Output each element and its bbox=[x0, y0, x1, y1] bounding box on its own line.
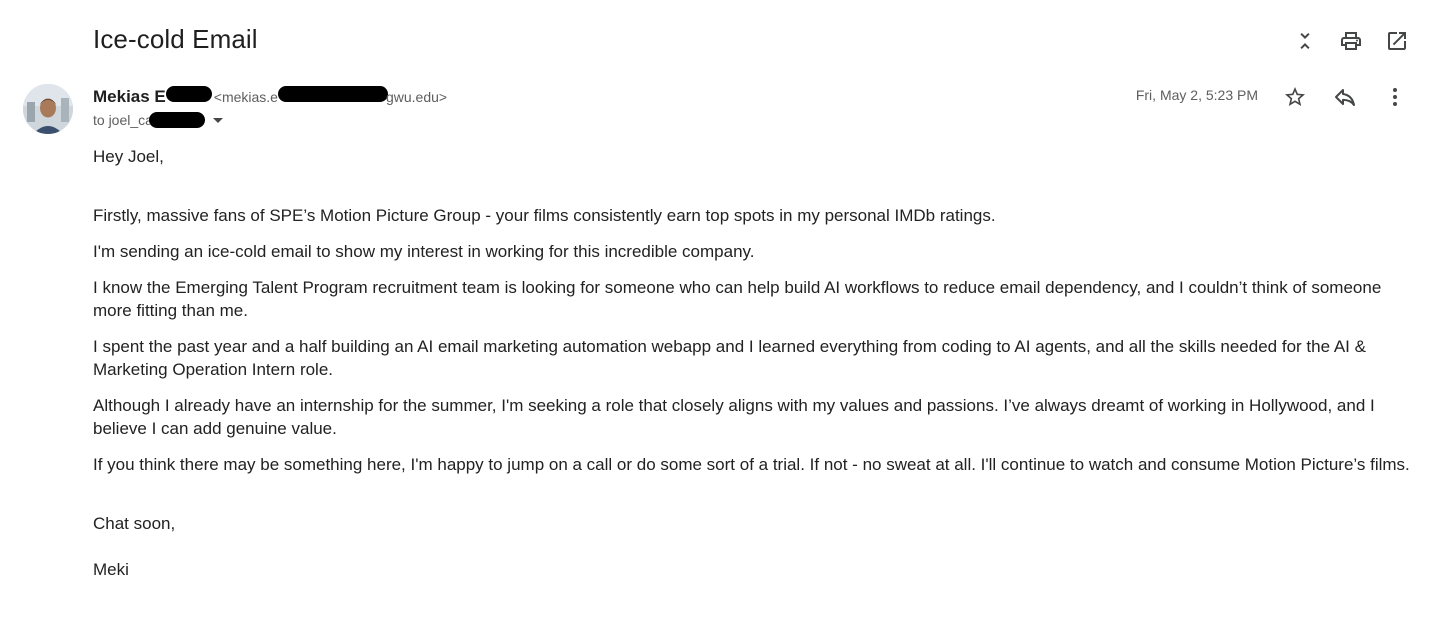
unfold-less-icon bbox=[1300, 33, 1310, 49]
reply-button[interactable] bbox=[1332, 84, 1358, 110]
signature: Meki bbox=[93, 560, 129, 579]
open-in-new-icon bbox=[1388, 32, 1406, 50]
email-date: Fri, May 2, 5:23 PM bbox=[1135, 87, 1258, 103]
sender-name[interactable]: Mekias E bbox=[93, 87, 166, 107]
more-options-button[interactable] bbox=[1382, 84, 1408, 110]
recipient-prefix: to joel_ca bbox=[93, 112, 153, 128]
redaction-bar bbox=[277, 86, 388, 102]
recipient-line: to joel_ca bbox=[93, 112, 223, 128]
greeting: Hey Joel, bbox=[93, 147, 164, 166]
star-outline-icon bbox=[1285, 87, 1305, 106]
open-in-new-window-button[interactable] bbox=[1384, 28, 1410, 54]
redaction-bar bbox=[148, 112, 205, 128]
more-vertical-icon bbox=[1393, 88, 1397, 106]
chevron-down-icon[interactable] bbox=[212, 117, 223, 123]
thread-actions bbox=[1292, 28, 1410, 54]
redaction-bar bbox=[165, 86, 212, 102]
body-paragraph: I spent the past year and a half buildin… bbox=[93, 337, 1366, 379]
reply-icon bbox=[1335, 89, 1355, 106]
body-paragraph: Although I already have an internship fo… bbox=[93, 396, 1375, 438]
print-button[interactable] bbox=[1338, 28, 1364, 54]
print-icon bbox=[1341, 32, 1361, 50]
sender-email-suffix: gwu.edu> bbox=[385, 89, 448, 105]
signoff: Chat soon, bbox=[93, 514, 176, 533]
body-paragraph: Firstly, massive fans of SPE’s Motion Pi… bbox=[93, 206, 996, 225]
sender-email-prefix: <mekias.e bbox=[213, 89, 278, 105]
star-button[interactable] bbox=[1282, 84, 1308, 110]
body-paragraph: I'm sending an ice-cold email to show my… bbox=[93, 242, 755, 261]
sender-line: Mekias E <mekias.e gwu.edu> bbox=[93, 86, 447, 107]
message-actions bbox=[1282, 84, 1408, 110]
avatar-photo bbox=[23, 84, 73, 134]
sender-avatar[interactable] bbox=[23, 84, 73, 134]
email-subject: Ice-cold Email bbox=[93, 24, 258, 54]
email-body: Hey Joel, Firstly, massive fans of SPE’s… bbox=[93, 145, 1413, 594]
body-paragraph: If you think there may be something here… bbox=[93, 455, 1410, 474]
collapse-all-button[interactable] bbox=[1292, 28, 1318, 54]
body-paragraph: I know the Emerging Talent Program recru… bbox=[93, 278, 1382, 320]
